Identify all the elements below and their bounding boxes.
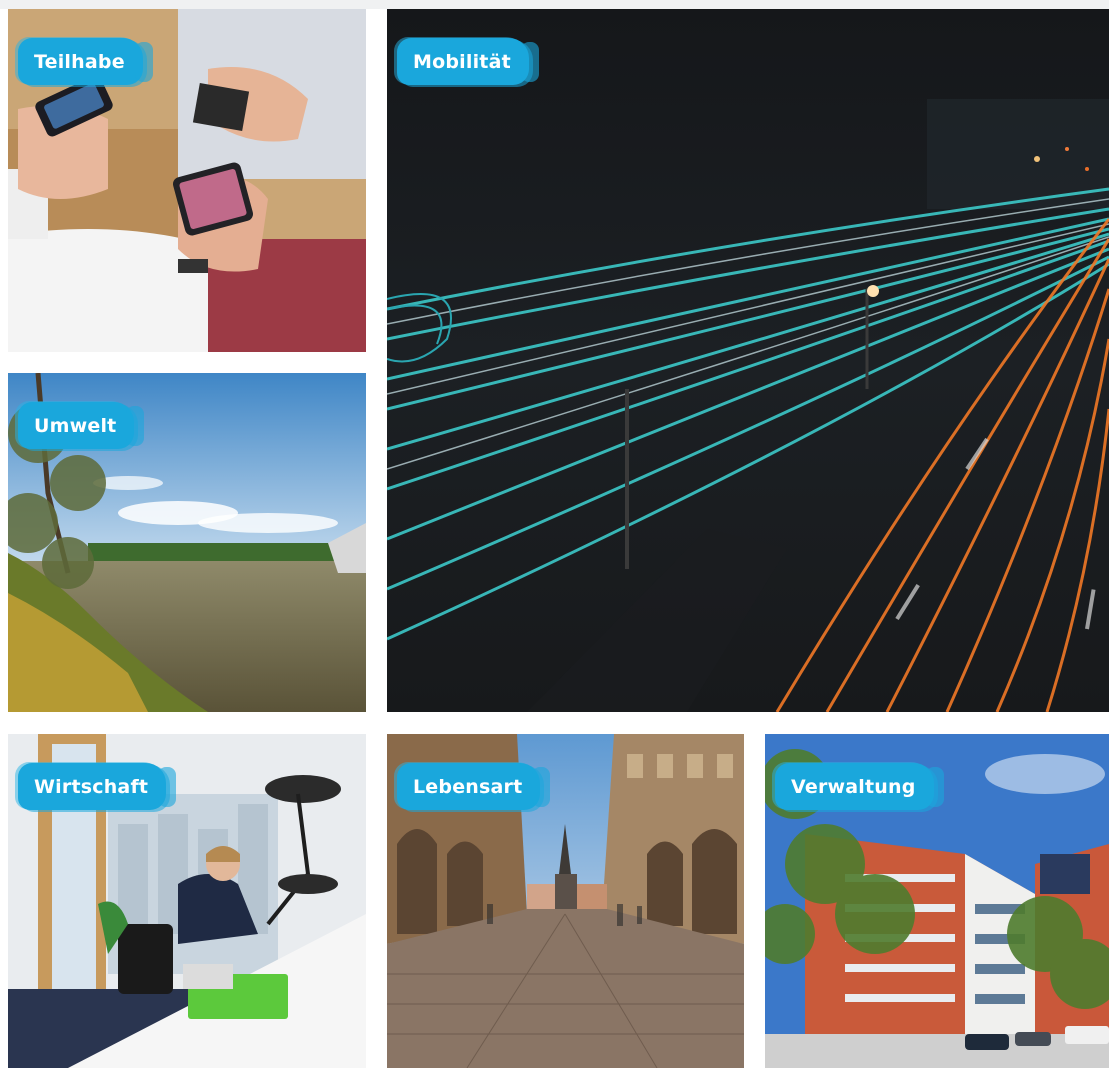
tile-mobilitaet[interactable]: Mobilität bbox=[387, 9, 1109, 712]
tile-teilhabe-label: Teilhabe bbox=[18, 38, 153, 85]
top-bar bbox=[0, 0, 1109, 9]
tile-umwelt-label: Umwelt bbox=[18, 402, 145, 449]
tile-verwaltung[interactable]: Verwaltung bbox=[765, 734, 1109, 1068]
tile-lebensart[interactable]: Lebensart bbox=[387, 734, 744, 1068]
tile-teilhabe[interactable]: Teilhabe bbox=[8, 9, 366, 352]
tile-mobilitaet-label: Mobilität bbox=[397, 38, 539, 85]
tile-mobilitaet-image bbox=[387, 9, 1109, 712]
tile-umwelt[interactable]: Umwelt bbox=[8, 373, 366, 712]
tile-lebensart-label: Lebensart bbox=[397, 763, 551, 810]
tile-wirtschaft[interactable]: Wirtschaft bbox=[8, 734, 366, 1068]
tile-wirtschaft-label: Wirtschaft bbox=[18, 763, 177, 810]
tile-verwaltung-label: Verwaltung bbox=[775, 763, 944, 810]
